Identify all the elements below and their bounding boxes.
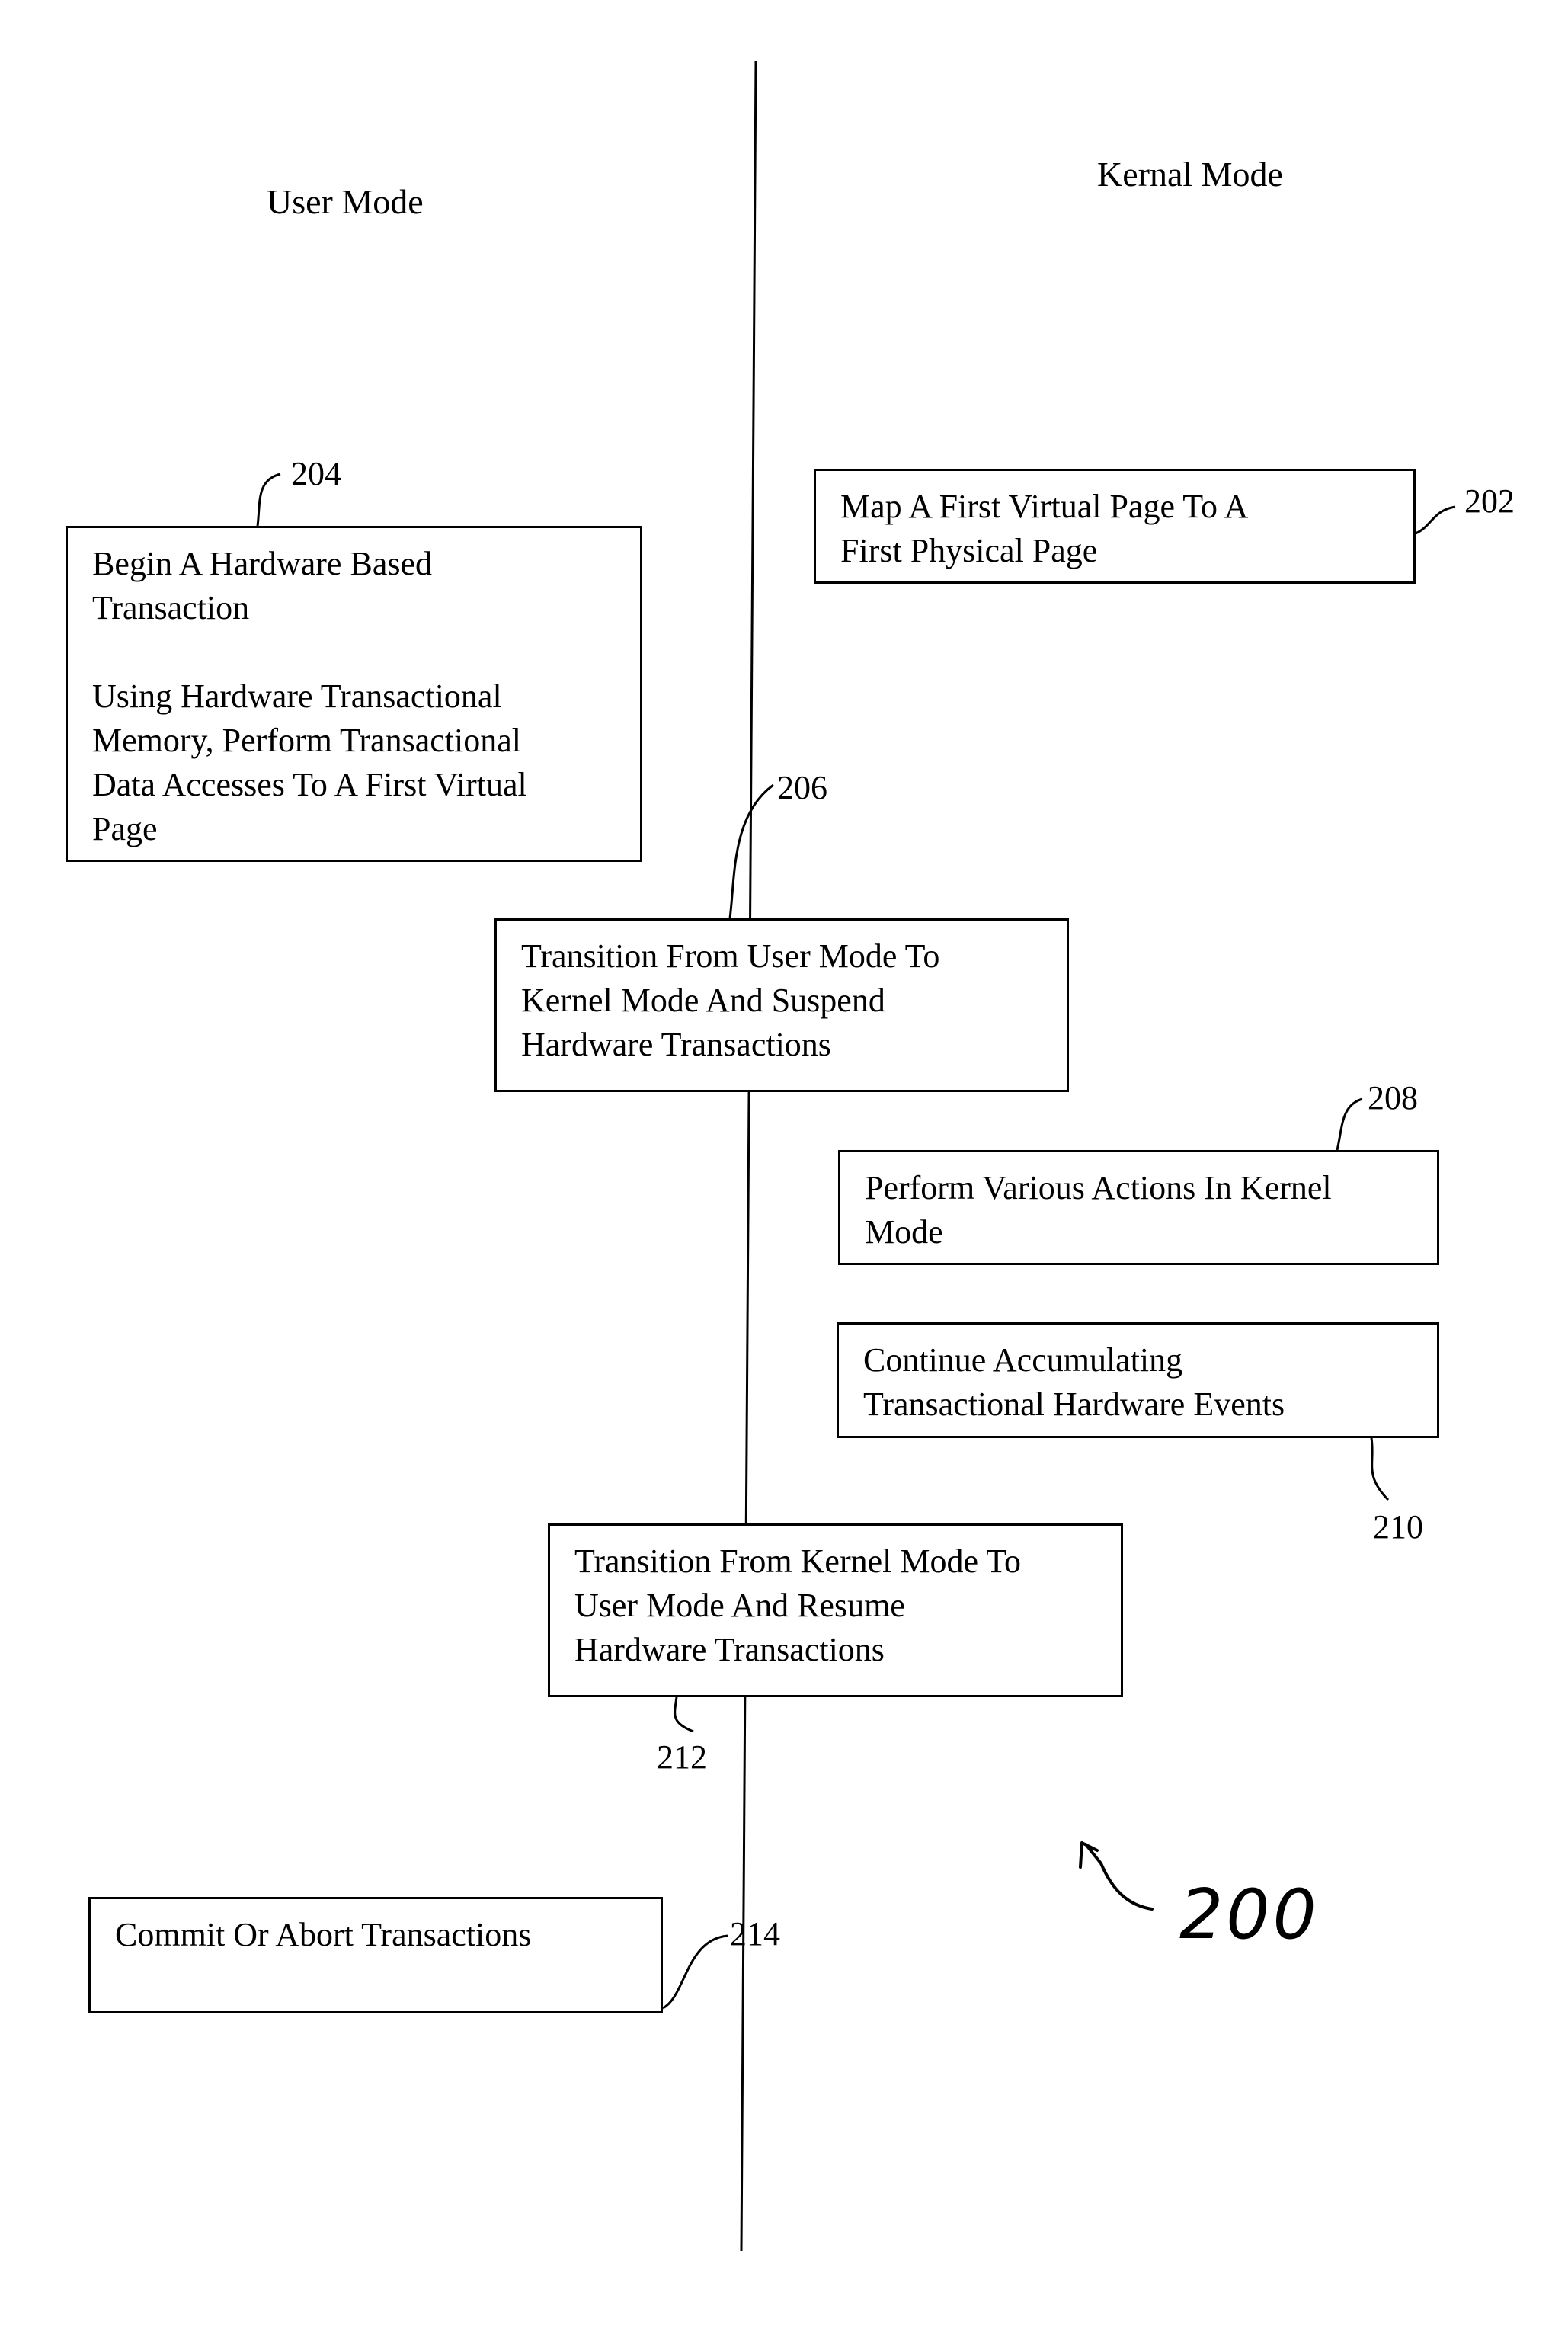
step-text-line: Commit Or Abort Transactions	[115, 1916, 532, 1953]
step-text-line: Page	[92, 810, 158, 847]
leader-204	[256, 473, 281, 527]
leader-212	[674, 1696, 694, 1733]
ref-label-206: 206	[777, 769, 827, 806]
step-text-line: Hardware Transactions	[521, 1026, 831, 1063]
step-text-line: Map A First Virtual Page To A	[840, 488, 1249, 525]
step-box-214: Commit Or Abort Transactions	[88, 1897, 663, 2013]
step-text-line: Hardware Transactions	[574, 1631, 885, 1668]
ref-label-212: 212	[657, 1738, 707, 1776]
step-box-204: Begin A Hardware Based Transaction Using…	[66, 526, 642, 862]
ref-label-202: 202	[1464, 482, 1515, 520]
ref-label-204: 204	[291, 455, 341, 492]
step-text-line: Transaction	[92, 589, 250, 626]
ref-label-208: 208	[1368, 1079, 1418, 1116]
step-text-line: Kernel Mode And Suspend	[521, 982, 885, 1019]
lane-title-kernel-mode: Kernal Mode	[1097, 155, 1283, 194]
leader-210	[1370, 1437, 1390, 1501]
step-text-line: Data Accesses To A First Virtual	[92, 766, 527, 803]
step-box-208: Perform Various Actions In Kernel Mode	[838, 1150, 1439, 1265]
step-box-210: Continue Accumulating Transactional Hard…	[837, 1322, 1439, 1438]
step-text-line: First Physical Page	[840, 532, 1098, 569]
step-box-202: Map A First Virtual Page To A First Phys…	[814, 469, 1416, 584]
lane-title-user-mode: User Mode	[267, 182, 424, 221]
leader-208	[1336, 1097, 1363, 1151]
step-text-line: Transactional Hardware Events	[863, 1386, 1285, 1423]
step-text-line: Using Hardware Transactional	[92, 678, 502, 715]
step-text-line: User Mode And Resume	[574, 1587, 905, 1624]
step-text-line: Memory, Perform Transactional	[92, 722, 521, 759]
step-text-line: Continue Accumulating	[863, 1341, 1183, 1379]
leader-202	[1415, 505, 1456, 535]
step-box-206: Transition From User Mode To Kernel Mode…	[494, 918, 1069, 1092]
step-text-line: Transition From Kernel Mode To	[574, 1543, 1022, 1580]
step-text-line: Perform Various Actions In Kernel	[865, 1169, 1332, 1206]
ref-label-214: 214	[730, 1915, 780, 1953]
step-text-line: Begin A Hardware Based	[92, 545, 432, 582]
figure-pointer-arrow	[1079, 1841, 1154, 1911]
ref-label-210: 210	[1373, 1508, 1423, 1546]
leader-214	[662, 1934, 728, 2010]
step-text-line: Mode	[865, 1213, 943, 1251]
figure-number-label: 200	[1179, 1875, 1320, 1955]
step-box-212: Transition From Kernel Mode To User Mode…	[548, 1523, 1123, 1697]
diagram-canvas: User Mode Kernal Mode Map A First Virtua…	[0, 0, 1568, 2329]
step-text-line: Transition From User Mode To	[521, 937, 940, 975]
